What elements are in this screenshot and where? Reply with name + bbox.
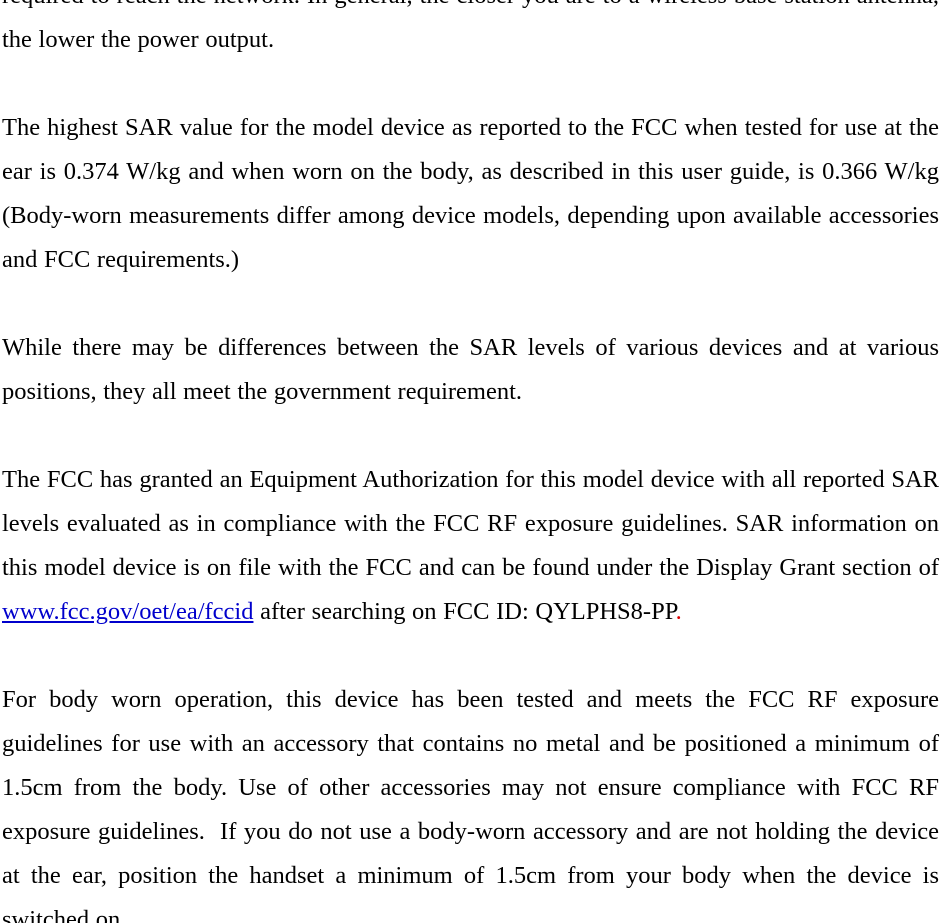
fccid-lookup-link[interactable]: www.fcc.gov/oet/ea/fccid xyxy=(2,598,253,625)
document-body: required to reach the network. In genera… xyxy=(0,0,939,923)
paragraph-highest-sar-value: The highest SAR value for the model devi… xyxy=(2,114,939,273)
trailing-period-marker: . xyxy=(675,598,682,625)
paragraph-power-output: required to reach the network. In genera… xyxy=(2,0,939,53)
paragraph-equipment-authorization: The FCC has granted an Equipment Authori… xyxy=(2,458,939,634)
equipment-authorization-text-before-link: The FCC has granted an Equipment Authori… xyxy=(2,466,939,581)
paragraph-body-worn-operation: For body worn operation, this device has… xyxy=(2,678,939,923)
document-page: required to reach the network. In genera… xyxy=(0,0,941,923)
sentence-gap xyxy=(205,818,220,845)
equipment-authorization-text-after-link: after searching on FCC ID: QYLPHS8-PP xyxy=(253,598,676,625)
paragraph-sar-level-differences: While there may be differences between t… xyxy=(2,334,939,405)
